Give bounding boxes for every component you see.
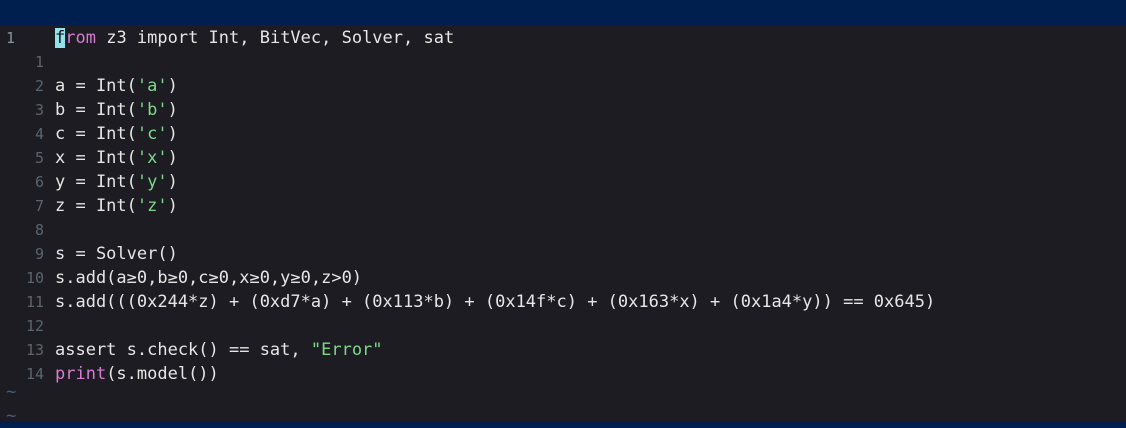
string-token: 'a' (136, 76, 168, 96)
line-number: 1 (34, 53, 44, 71)
code-line[interactable]: 7 z = Int('z') (0, 194, 1126, 218)
code-token: y = Int( (55, 172, 137, 192)
line-number: 8 (34, 221, 44, 239)
string-token: 'x' (136, 148, 168, 168)
line-number: 13 (25, 341, 44, 359)
text-cursor: f (55, 28, 66, 48)
code-token: x = Int( (55, 148, 137, 168)
code-token: ) (167, 124, 178, 144)
code-token: (s.model()) (106, 364, 219, 384)
code-text: from z3 import Int, BitVec, Solver, sat (55, 26, 454, 50)
code-text: s.add(a≥0,b≥0,c≥0,x≥0,y≥0,z>0) (55, 266, 362, 290)
code-text: c = Int('c') (55, 122, 178, 146)
code-text: a = Int('a') (55, 74, 178, 98)
code-token: s.add(a≥0,b≥0,c≥0,x≥0,y≥0,z>0) (55, 268, 363, 288)
string-token: "Error" (310, 340, 383, 360)
line-number: 3 (34, 101, 44, 119)
code-token: z3 import Int, BitVec, Solver, sat (95, 28, 455, 48)
vim-editor[interactable]: 1 from z3 import Int, BitVec, Solver, sat… (0, 25, 1126, 426)
code-token: a = Int( (55, 76, 137, 96)
line-number: 9 (34, 245, 44, 263)
code-line[interactable]: 13 assert s.check() == sat, "Error" (0, 338, 1126, 362)
keyword-token: from (55, 28, 96, 48)
line-number: 2 (34, 77, 44, 95)
code-line[interactable]: 5 x = Int('x') (0, 146, 1126, 170)
code-token: s = Solver() (55, 244, 178, 264)
string-token: 'z' (136, 196, 168, 216)
code-text: s = Solver() (55, 242, 178, 266)
code-text: s.add(((0x244*z) + (0xd7*a) + (0x113*b) … (55, 290, 935, 314)
string-token: 'b' (136, 100, 168, 120)
code-text: x = Int('x') (55, 146, 178, 170)
code-line[interactable]: 2 a = Int('a') (0, 74, 1126, 98)
line-number: 12 (25, 317, 44, 335)
code-token: z = Int( (55, 196, 137, 216)
code-token: ) (167, 100, 178, 120)
line-number: 5 (34, 149, 44, 167)
code-token: c = Int( (55, 124, 137, 144)
code-token: s.add(((0x244*z) + (0xd7*a) + (0x113*b) … (55, 292, 936, 312)
code-line[interactable]: 10 s.add(a≥0,b≥0,c≥0,x≥0,y≥0,z>0) (0, 266, 1126, 290)
code-line[interactable]: 6 y = Int('y') (0, 170, 1126, 194)
code-line[interactable]: 14 print(s.model()) (0, 362, 1126, 386)
line-number: 10 (25, 269, 44, 287)
end-of-buffer-tilde: ~ (6, 406, 17, 426)
line-number: 4 (34, 125, 44, 143)
code-token: b = Int( (55, 100, 137, 120)
code-line[interactable]: 1 from z3 import Int, BitVec, Solver, sat (0, 26, 1126, 50)
keyword-token: print (55, 364, 107, 384)
code-line[interactable]: 12 (0, 314, 1126, 338)
terminal-window: 1 from z3 import Int, BitVec, Solver, sat… (0, 0, 1126, 426)
line-number: 6 (34, 173, 44, 191)
code-line[interactable]: 9 s = Solver() (0, 242, 1126, 266)
line-number: 11 (25, 293, 44, 311)
line-number: 1 (6, 29, 16, 47)
code-token: ) (167, 148, 178, 168)
code-line[interactable]: 8 (0, 218, 1126, 242)
code-token: ) (167, 196, 178, 216)
line-number: 7 (34, 197, 44, 215)
string-token: 'y' (136, 172, 168, 192)
code-token: assert s.check() == sat, (55, 340, 311, 360)
code-line[interactable]: 11 s.add(((0x244*z) + (0xd7*a) + (0x113*b… (0, 290, 1126, 314)
end-of-buffer-tilde: ~ (6, 382, 17, 402)
code-token: ) (167, 76, 178, 96)
code-text: print(s.model()) (55, 362, 219, 386)
code-line[interactable]: 3 b = Int('b') (0, 98, 1126, 122)
code-text: y = Int('y') (55, 170, 178, 194)
code-text: assert s.check() == sat, "Error" (55, 338, 383, 362)
code-text: z = Int('z') (55, 194, 178, 218)
code-line[interactable]: 1 (0, 50, 1126, 74)
code-line[interactable]: 4 c = Int('c') (0, 122, 1126, 146)
string-token: 'c' (136, 124, 168, 144)
code-token: ) (167, 172, 178, 192)
code-text: b = Int('b') (55, 98, 178, 122)
